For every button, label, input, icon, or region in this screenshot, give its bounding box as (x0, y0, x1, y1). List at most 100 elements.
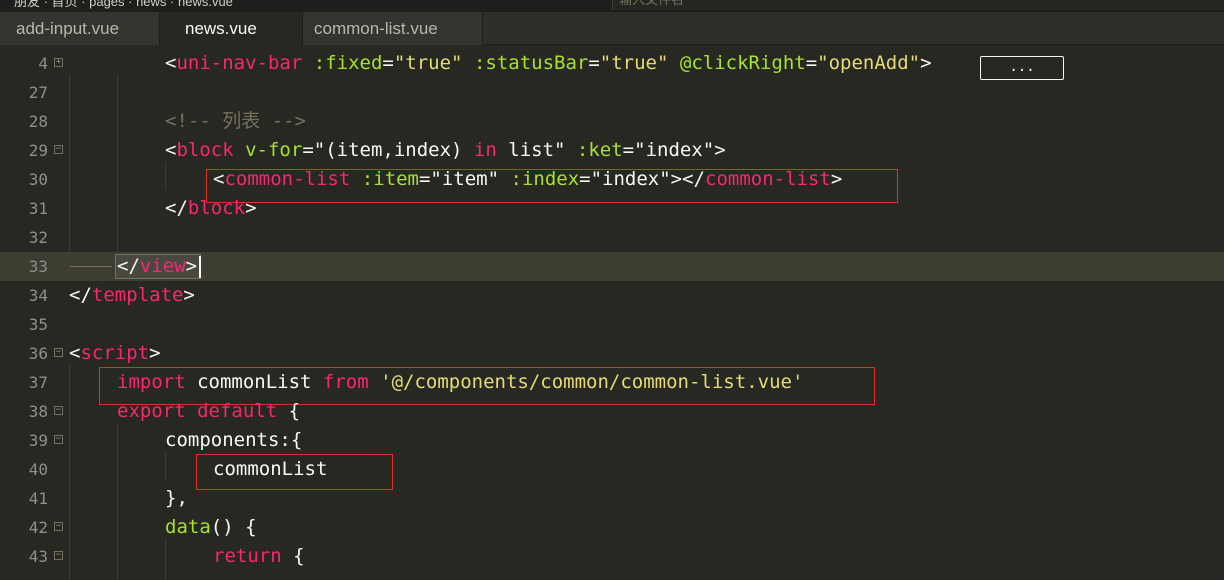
code-text: }, (165, 487, 188, 509)
token: > (185, 255, 198, 277)
code-line[interactable]: 28 <!-- 列表 --> (0, 107, 1224, 136)
token: :fixed (313, 52, 383, 74)
token: return (213, 545, 282, 567)
code-text: </view> (117, 255, 197, 277)
fold-collapse-icon[interactable] (54, 522, 63, 531)
code-line-current[interactable]: 33 </view> (0, 252, 1224, 281)
token: "openAdd" (817, 52, 921, 74)
code-line[interactable]: 41 }, (0, 484, 1224, 513)
token: in (473, 139, 497, 161)
token: < (165, 52, 177, 74)
line-number: 40 (28, 460, 48, 479)
tab-add-input-vue[interactable]: add-input.vue (0, 12, 160, 45)
token: :ket (576, 139, 623, 161)
token: block (187, 197, 246, 219)
token: script (80, 342, 150, 364)
code-line[interactable]: 40 commonList (0, 455, 1224, 484)
token: = (622, 139, 635, 161)
line-number: 43 (28, 547, 48, 566)
line-number: 41 (28, 489, 48, 508)
code-text: <script> (69, 342, 161, 364)
tab-common-list-vue[interactable]: common-list.vue (303, 12, 483, 45)
token: uni-nav-bar (176, 52, 303, 74)
token: = (588, 52, 600, 74)
code-text: </block> (165, 197, 257, 219)
fold-expand-icon[interactable] (54, 58, 63, 67)
token: data (165, 516, 211, 538)
line-number: 27 (28, 83, 48, 102)
token: { (277, 400, 301, 422)
token: () { (210, 516, 257, 538)
tab-label: news.vue (185, 19, 257, 38)
token: template (91, 284, 184, 306)
token: { (281, 545, 305, 567)
code-line[interactable]: 4 <uni-nav-bar :fixed="true" :statusBar=… (0, 49, 1224, 80)
code-text: <uni-nav-bar :fixed="true" :statusBar="t… (165, 52, 932, 74)
line-number: 28 (28, 112, 48, 131)
line-number: 33 (28, 257, 48, 276)
text-caret (199, 256, 201, 278)
code-line[interactable]: 32 (0, 223, 1224, 252)
line-number: 31 (28, 199, 48, 218)
line-number: 32 (28, 228, 48, 247)
code-line[interactable]: 35 (0, 310, 1224, 339)
code-text: <block v-for = "(item,index) in list" :ket… (165, 139, 726, 161)
token: v-for (245, 139, 303, 161)
tab-bar: add-input.vue news.vue common-list.vue (0, 12, 1224, 45)
token: default (197, 400, 278, 422)
token: > (920, 52, 932, 74)
line-number: 39 (28, 431, 48, 450)
code-text: components:{ (165, 429, 302, 451)
token: > (714, 139, 726, 161)
line-number: 30 (28, 170, 48, 189)
token: </ (69, 284, 92, 306)
fold-collapse-icon[interactable] (54, 551, 63, 560)
token: "(item,index) (313, 139, 474, 161)
line-number: 37 (28, 373, 48, 392)
token: "true" (599, 52, 669, 74)
line-number: 29 (28, 141, 48, 160)
line-number: 36 (28, 344, 48, 363)
token: list" (496, 139, 566, 161)
code-text: export default { (117, 400, 300, 422)
token: < (69, 342, 81, 364)
token: export (117, 400, 186, 422)
token: block (176, 139, 234, 161)
folded-region-ellipsis[interactable]: ... (980, 56, 1064, 80)
fold-collapse-icon[interactable] (54, 145, 63, 154)
fold-collapse-icon[interactable] (54, 406, 63, 415)
code-line[interactable]: 27 (0, 78, 1224, 107)
code-line[interactable]: 31 </block> (0, 194, 1224, 223)
token: components (165, 429, 280, 451)
token: :{ (279, 429, 303, 451)
code-line[interactable]: 42 data() { (0, 513, 1224, 542)
file-search-input[interactable]: 输入文件名 (612, 0, 1224, 10)
code-line[interactable]: 29 <block v-for = "(item,index) in list" :… (0, 136, 1224, 165)
token: </ (165, 197, 188, 219)
code-line[interactable]: 38 export default { (0, 397, 1224, 426)
code-line[interactable]: 39 components:{ (0, 426, 1224, 455)
code-editor[interactable]: 4 <uni-nav-bar :fixed="true" :statusBar=… (0, 45, 1224, 580)
fold-collapse-icon[interactable] (54, 348, 63, 357)
code-line[interactable]: 34 </template> (0, 281, 1224, 310)
token: </ (117, 255, 140, 277)
tab-news-vue[interactable]: news.vue (160, 12, 303, 45)
token: "index" (634, 139, 715, 161)
token: < (165, 139, 177, 161)
breadcrumb-bar: 朋友 · 首页 · pages · news · news.vue 输入文件名 (0, 0, 1224, 12)
code-comment: <!-- 列表 --> (165, 110, 306, 132)
code-line[interactable]: 36 <script> (0, 339, 1224, 368)
breadcrumb: 朋友 · 首页 · pages · news · news.vue (14, 0, 233, 9)
code-text: </template> (69, 284, 195, 306)
fold-collapse-icon[interactable] (54, 435, 63, 444)
line-number: 34 (28, 286, 48, 305)
token: @clickRight (679, 52, 806, 74)
token: :statusBar (473, 52, 589, 74)
code-line[interactable]: 43 return { (0, 542, 1224, 571)
